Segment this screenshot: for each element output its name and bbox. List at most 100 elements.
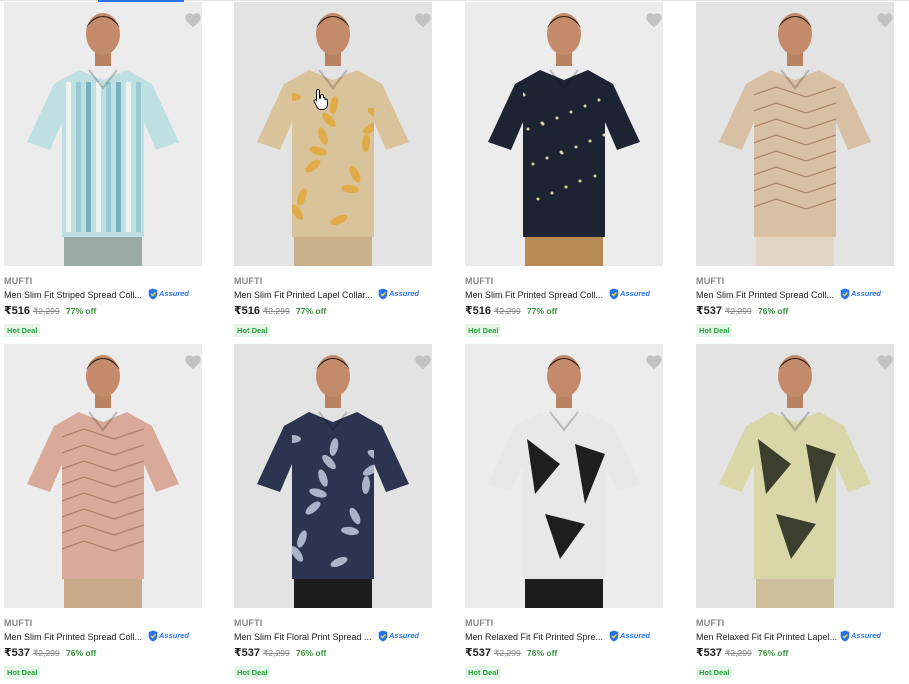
product-brand: MUFTI [465,618,494,628]
product-discount: 76% off [296,648,327,658]
assured-label: Assured [620,631,651,640]
product-card[interactable]: MUFTI Men Relaxed Fit Fit Printed Spre..… [461,344,663,684]
product-mrp: ₹2,299 [33,648,60,658]
shield-icon [148,288,158,300]
product-price: ₹516 [465,305,492,317]
product-card[interactable]: MUFTI Men Slim Fit Printed Lapel Collar.… [230,2,432,342]
product-brand: MUFTI [234,276,263,286]
product-price: ₹537 [696,305,723,317]
shield-icon [609,288,619,300]
product-image[interactable] [234,344,432,608]
product-mrp: ₹2,299 [33,306,60,316]
product-discount: 77% off [66,306,97,316]
product-discount: 77% off [527,306,558,316]
product-price: ₹537 [465,647,492,659]
heart-icon[interactable] [876,12,894,28]
product-card[interactable]: MUFTI Men Slim Fit Striped Spread Coll..… [0,2,202,342]
product-image[interactable] [696,2,894,266]
product-title[interactable]: Men Slim Fit Printed Lapel Collar... [234,290,376,300]
product-price: ₹516 [234,305,261,317]
product-price: ₹537 [696,647,723,659]
product-title[interactable]: Men Slim Fit Printed Spread Coll... [465,290,607,300]
product-mrp: ₹2,299 [263,306,290,316]
shield-icon [148,630,158,642]
product-card[interactable]: MUFTI Men Slim Fit Printed Spread Coll..… [461,2,663,342]
product-card[interactable]: MUFTI Men Slim Fit Floral Print Spread .… [230,344,432,684]
heart-icon[interactable] [645,12,663,28]
hot-deal-badge: Hot Deal [465,324,502,337]
assured-badge: Assured [148,288,192,300]
hot-deal-badge: Hot Deal [696,666,733,679]
shield-icon [378,630,388,642]
product-image[interactable] [465,2,663,266]
assured-badge: Assured [378,288,422,300]
product-title[interactable]: Men Slim Fit Striped Spread Coll... [4,290,146,300]
assured-badge: Assured [148,630,192,642]
product-mrp: ₹2,299 [494,648,521,658]
product-image[interactable] [465,344,663,608]
hot-deal-badge: Hot Deal [4,324,41,337]
assured-label: Assured [159,289,190,298]
product-brand: MUFTI [4,276,33,286]
hot-deal-badge: Hot Deal [234,324,271,337]
product-brand: MUFTI [234,618,263,628]
product-photo [234,344,432,608]
product-photo [696,344,894,608]
assured-label: Assured [159,631,190,640]
product-mrp: ₹2,299 [725,648,752,658]
product-discount: 76% off [758,648,789,658]
product-title[interactable]: Men Relaxed Fit Fit Printed Lapel... [696,632,838,642]
product-card[interactable]: MUFTI Men Slim Fit Printed Spread Coll..… [0,344,202,684]
product-photo [4,344,202,608]
heart-icon[interactable] [645,354,663,370]
hot-deal-badge: Hot Deal [234,666,271,679]
product-price: ₹537 [234,647,261,659]
product-photo [696,2,894,266]
assured-badge: Assured [609,630,653,642]
assured-label: Assured [851,289,882,298]
shield-icon [378,288,388,300]
product-brand: MUFTI [696,276,725,286]
product-card[interactable]: MUFTI Men Relaxed Fit Fit Printed Lapel.… [692,344,894,684]
assured-label: Assured [620,289,651,298]
heart-icon[interactable] [414,12,432,28]
product-title[interactable]: Men Slim Fit Floral Print Spread ... [234,632,376,642]
assured-badge: Assured [840,630,884,642]
product-image[interactable] [234,2,432,266]
shield-icon [609,630,619,642]
product-mrp: ₹2,299 [263,648,290,658]
assured-badge: Assured [840,288,884,300]
hand-pointer-icon [313,88,328,110]
hot-deal-badge: Hot Deal [465,666,502,679]
product-price: ₹537 [4,647,31,659]
assured-label: Assured [851,631,882,640]
product-discount: 76% off [66,648,97,658]
shield-icon [840,630,850,642]
heart-icon[interactable] [876,354,894,370]
product-brand: MUFTI [465,276,494,286]
heart-icon[interactable] [184,354,202,370]
product-photo [4,2,202,266]
product-image[interactable] [4,344,202,608]
assured-badge: Assured [378,630,422,642]
product-image[interactable] [4,2,202,266]
product-mrp: ₹2,299 [725,306,752,316]
product-title[interactable]: Men Relaxed Fit Fit Printed Spre... [465,632,607,642]
assured-label: Assured [389,289,420,298]
hot-deal-badge: Hot Deal [4,666,41,679]
product-title[interactable]: Men Slim Fit Printed Spread Coll... [4,632,146,642]
product-title[interactable]: Men Slim Fit Printed Spread Coll... [696,290,838,300]
product-image[interactable] [696,344,894,608]
product-discount: 76% off [758,306,789,316]
product-brand: MUFTI [696,618,725,628]
product-price: ₹516 [4,305,31,317]
product-discount: 76% off [527,648,558,658]
heart-icon[interactable] [184,12,202,28]
heart-icon[interactable] [414,354,432,370]
assured-badge: Assured [609,288,653,300]
product-discount: 77% off [296,306,327,316]
product-photo [465,344,663,608]
product-photo [234,2,432,266]
product-grid: MUFTI Men Slim Fit Striped Spread Coll..… [0,0,909,683]
product-card[interactable]: MUFTI Men Slim Fit Printed Spread Coll..… [692,2,894,342]
